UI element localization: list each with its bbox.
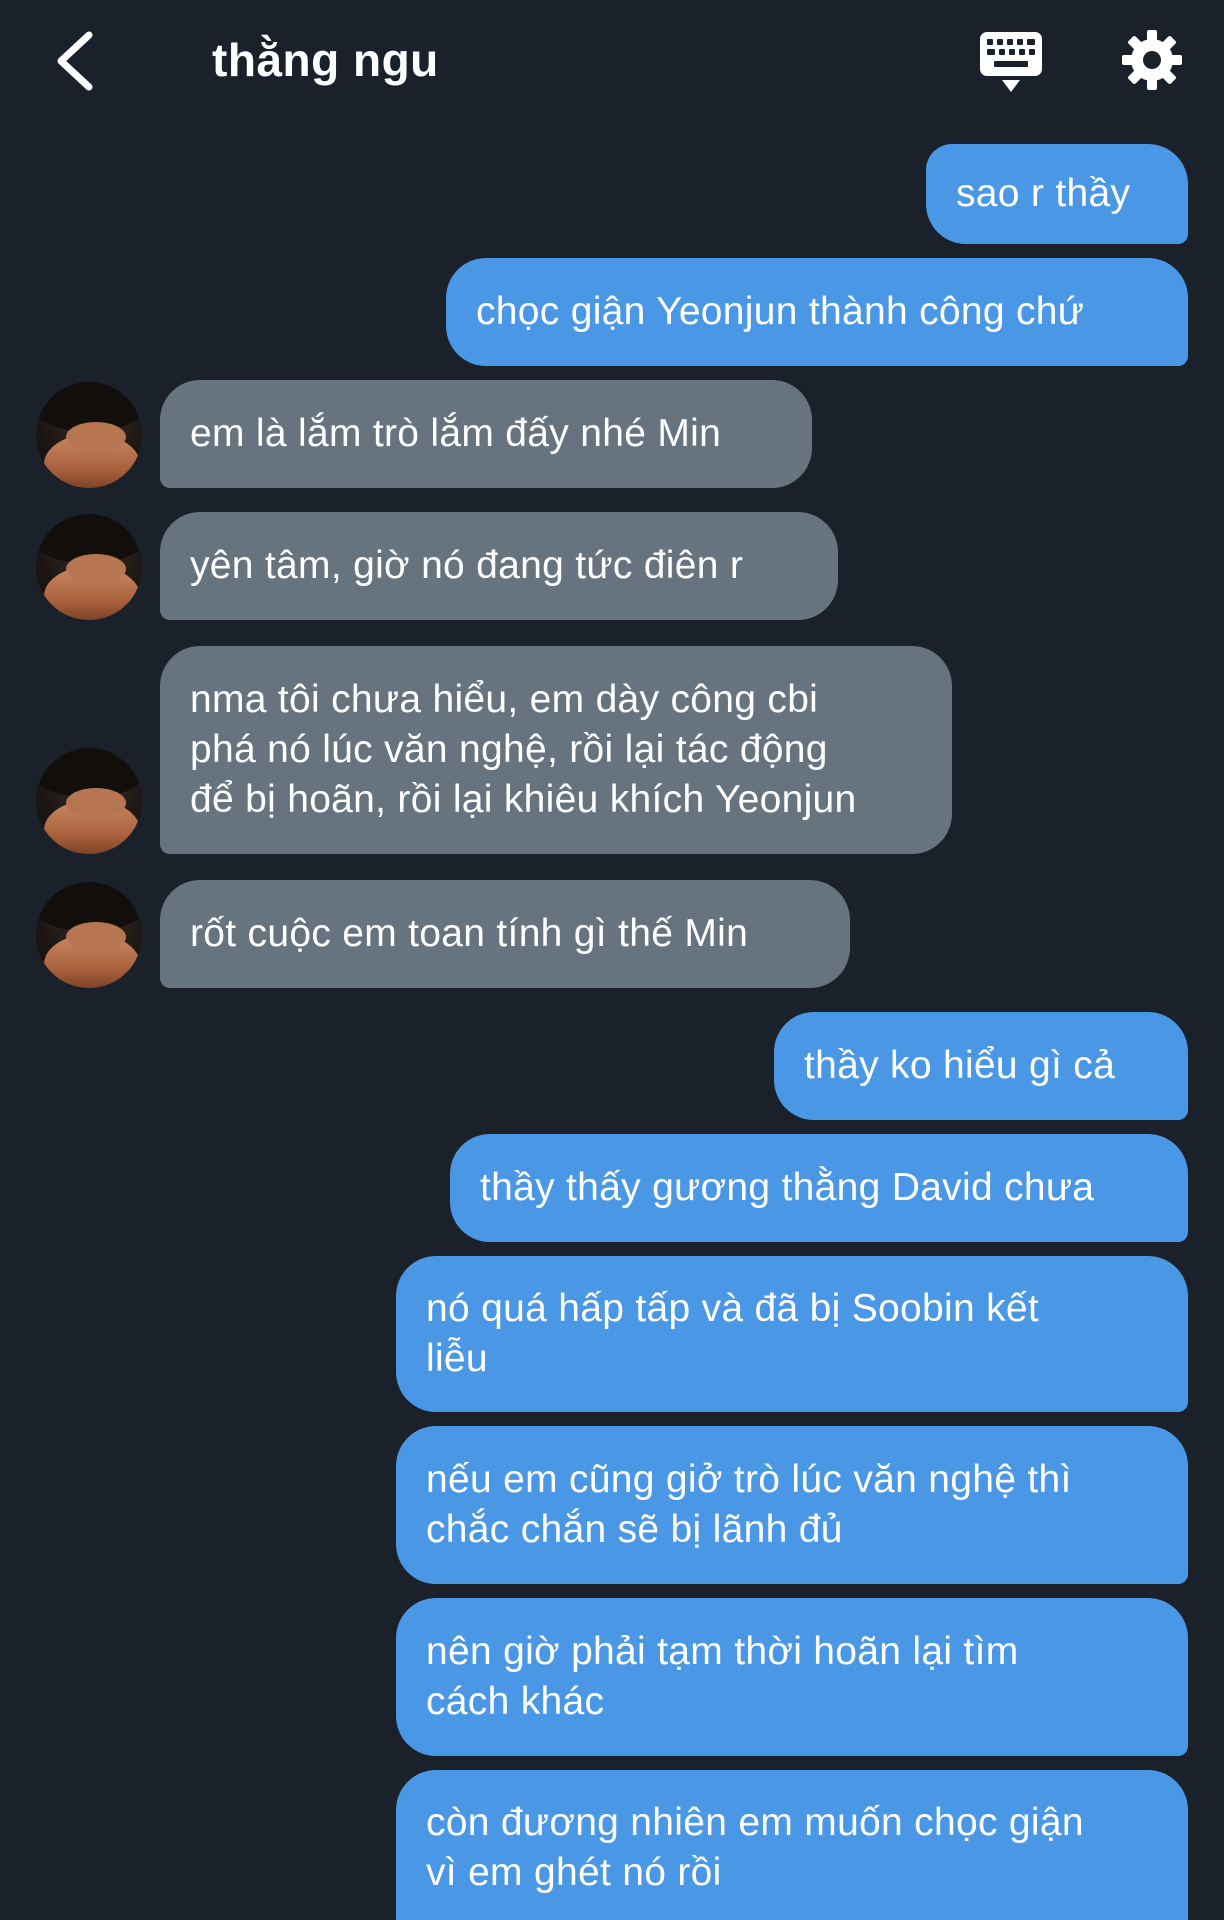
- message-text: em là lắm trò lắm đấy nhé Min: [190, 412, 722, 455]
- message-bubble-outgoing[interactable]: nếu em cũng giở trò lúc văn nghệ thì chắ…: [396, 1426, 1188, 1584]
- message-bubble-outgoing[interactable]: thầy thấy gương thằng David chưa: [450, 1134, 1188, 1242]
- message-bubble-incoming[interactable]: em là lắm trò lắm đấy nhé Min: [160, 380, 812, 488]
- contact-avatar[interactable]: [36, 514, 142, 620]
- message-bubble-outgoing[interactable]: chọc giận Yeonjun thành công chứ: [446, 258, 1188, 366]
- contact-avatar[interactable]: [36, 748, 142, 854]
- message-text: nếu em cũng giở trò lúc văn nghệ thì chắ…: [426, 1458, 1072, 1551]
- message-bubble-outgoing[interactable]: còn đương nhiên em muốn chọc giận vì em …: [396, 1770, 1188, 1920]
- contact-avatar[interactable]: [36, 882, 142, 988]
- message-text: nma tôi chưa hiểu, em dày công cbi phá n…: [190, 678, 857, 821]
- message-bubble-outgoing[interactable]: thầy ko hiểu gì cả: [774, 1012, 1188, 1120]
- message-text: chọc giận Yeonjun thành công chứ: [476, 290, 1085, 333]
- message-list[interactable]: sao r thầy chọc giận Yeonjun thành công …: [0, 0, 1224, 1920]
- contact-avatar[interactable]: [36, 382, 142, 488]
- message-bubble-incoming[interactable]: rốt cuộc em toan tính gì thế Min: [160, 880, 850, 988]
- message-text: nên giờ phải tạm thời hoãn lại tìm cách …: [426, 1630, 1019, 1723]
- message-bubble-incoming[interactable]: nma tôi chưa hiểu, em dày công cbi phá n…: [160, 646, 952, 854]
- message-text: thầy ko hiểu gì cả: [804, 1044, 1116, 1087]
- message-bubble-outgoing[interactable]: nên giờ phải tạm thời hoãn lại tìm cách …: [396, 1598, 1188, 1756]
- message-bubble-outgoing[interactable]: nó quá hấp tấp và đã bị Soobin kết liễu: [396, 1256, 1188, 1412]
- message-bubble-outgoing[interactable]: sao r thầy: [926, 144, 1188, 244]
- message-text: yên tâm, giờ nó đang tức điên r: [190, 544, 744, 587]
- message-text: rốt cuộc em toan tính gì thế Min: [190, 912, 749, 955]
- message-text: còn đương nhiên em muốn chọc giận vì em …: [426, 1801, 1084, 1894]
- message-text: thầy thấy gương thằng David chưa: [480, 1166, 1095, 1209]
- message-text: nó quá hấp tấp và đã bị Soobin kết liễu: [426, 1287, 1040, 1380]
- message-bubble-incoming[interactable]: yên tâm, giờ nó đang tức điên r: [160, 512, 838, 620]
- message-text: sao r thầy: [956, 172, 1131, 215]
